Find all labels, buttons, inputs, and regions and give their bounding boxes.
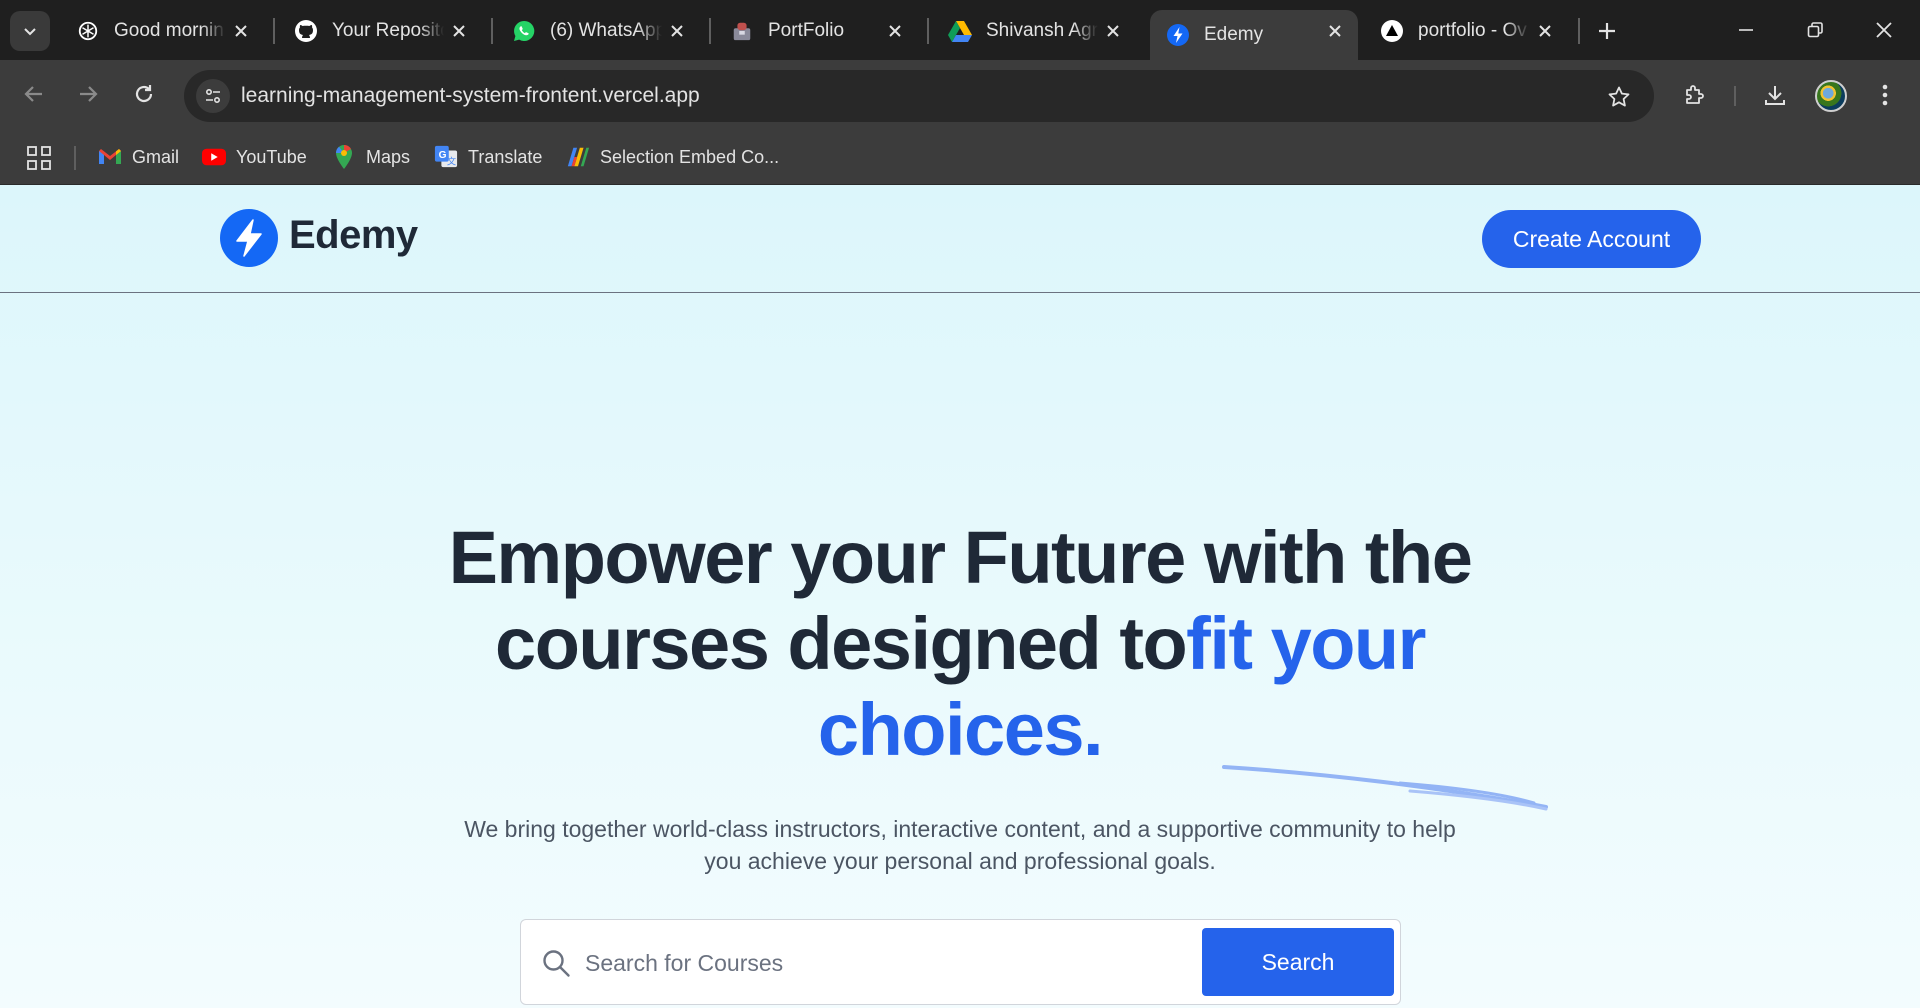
restore-icon [1807,22,1823,38]
tab-title: portfolio - Ov [1418,20,1527,41]
plus-icon [1599,23,1615,39]
close-tab-icon[interactable] [1104,22,1122,40]
search-button[interactable]: Search [1202,928,1394,996]
tab-title: Your Reposito [332,20,444,41]
bookmark-star-icon[interactable] [1606,84,1632,110]
close-tab-icon[interactable] [450,22,468,40]
tab-google-drive[interactable]: Shivansh Agr [932,10,1136,52]
tab-separator [491,18,493,44]
tab-edemy[interactable]: Edemy [1150,10,1358,60]
bookmark-label: Translate [468,146,543,167]
bookmarks-separator [74,146,76,170]
portfolio-icon [730,19,754,43]
page-viewport: Edemy Create Account Empower your Future… [0,185,1920,1008]
minimize-button[interactable] [1726,12,1766,48]
translate-icon: G文 [434,145,458,169]
github-icon [294,19,318,43]
close-tab-icon[interactable] [1536,22,1554,40]
tab-good-morning[interactable]: Good mornin [60,10,264,52]
url-text[interactable]: learning-management-system-frontent.verc… [241,84,700,108]
site-header: Edemy Create Account [0,185,1920,293]
bookmark-selection-embed[interactable]: Selection Embed Co... [566,141,779,173]
tab-title: (6) WhatsApp [550,20,662,41]
google-drive-icon [948,19,972,43]
close-tab-icon[interactable] [232,22,250,40]
edemy-bolt-icon [1166,23,1190,47]
youtube-icon [202,145,226,169]
bookmark-label: Gmail [132,146,180,167]
bookmark-label: YouTube [236,146,307,167]
browser-menu-button[interactable] [1866,76,1904,114]
reload-icon [135,85,153,103]
back-button[interactable] [16,76,52,112]
tab-portfolio[interactable]: PortFolio [714,10,918,52]
logo-text[interactable]: Edemy [289,213,418,258]
browser-toolbar: learning-management-system-frontent.verc… [0,60,1920,131]
whatsapp-icon [512,19,536,43]
tab-separator [273,18,275,44]
create-account-button[interactable]: Create Account [1482,210,1701,268]
close-tab-icon[interactable] [1326,22,1344,40]
tab-separator [927,18,929,44]
close-tab-icon[interactable] [668,22,686,40]
puzzle-icon [1686,85,1704,104]
bookmark-translate[interactable]: G文 Translate [434,141,542,173]
gmail-icon [98,145,122,169]
reload-button[interactable] [126,76,162,112]
bookmark-label: Maps [366,146,411,167]
minimize-icon [1739,29,1753,31]
apps-grid-icon[interactable] [26,145,52,171]
tab-title: Edemy [1204,24,1264,45]
restore-button[interactable] [1795,12,1835,48]
forward-button[interactable] [70,76,106,112]
chatgpt-icon [76,19,100,43]
tab-github[interactable]: Your Reposito [278,10,482,52]
profile-avatar[interactable] [1815,80,1847,112]
close-icon [1876,22,1892,38]
tab-title: Good mornin [114,20,224,41]
tab-vercel-portfolio[interactable]: portfolio - Ov [1364,10,1568,52]
bookmark-gmail[interactable]: Gmail [98,141,179,173]
search-icon [543,950,570,977]
tab-title: PortFolio [768,20,845,41]
underline-swoosh-decoration [1222,765,1548,811]
tab-whatsapp[interactable]: (6) WhatsApp [496,10,700,52]
downloads-button[interactable] [1756,76,1794,114]
address-bar[interactable]: learning-management-system-frontent.verc… [184,70,1654,122]
tab-separator [709,18,711,44]
close-window-button[interactable] [1864,12,1904,48]
search-input[interactable] [585,938,1165,988]
browser-tab-strip: Good mornin Your Reposito (6) WhatsApp P… [0,0,1920,60]
vercel-icon [1380,19,1404,43]
toolbar-separator [1734,86,1736,106]
tab-search-button[interactable] [10,11,50,51]
extensions-button[interactable] [1676,76,1714,114]
arrow-right-icon [80,86,98,102]
download-icon [1765,86,1785,105]
maps-icon [332,144,356,169]
hero-subtitle: We bring together world-class instructor… [464,816,1456,874]
hero-title: Empower your Future with the courses des… [360,515,1560,773]
tab-separator [1578,18,1580,44]
course-search-form: Search [520,919,1401,1005]
more-vertical-icon [1882,84,1888,106]
svg-text:文: 文 [447,155,456,166]
svg-text:G: G [439,150,447,161]
bookmark-label: Selection Embed Co... [600,146,780,167]
bookmark-youtube[interactable]: YouTube [202,141,307,173]
close-tab-icon[interactable] [886,22,904,40]
bookmarks-bar: Gmail YouTube Maps G文 Translate Selectio… [0,131,1920,185]
selection-embed-icon [566,145,590,169]
arrow-left-icon [24,86,42,102]
bookmark-maps[interactable]: Maps [332,141,410,173]
tab-title: Shivansh Agr [986,20,1098,41]
edemy-logo-icon[interactable] [220,209,278,267]
new-tab-button[interactable] [1592,16,1622,46]
chevron-down-icon [24,28,36,36]
site-info-icon[interactable] [196,79,230,113]
